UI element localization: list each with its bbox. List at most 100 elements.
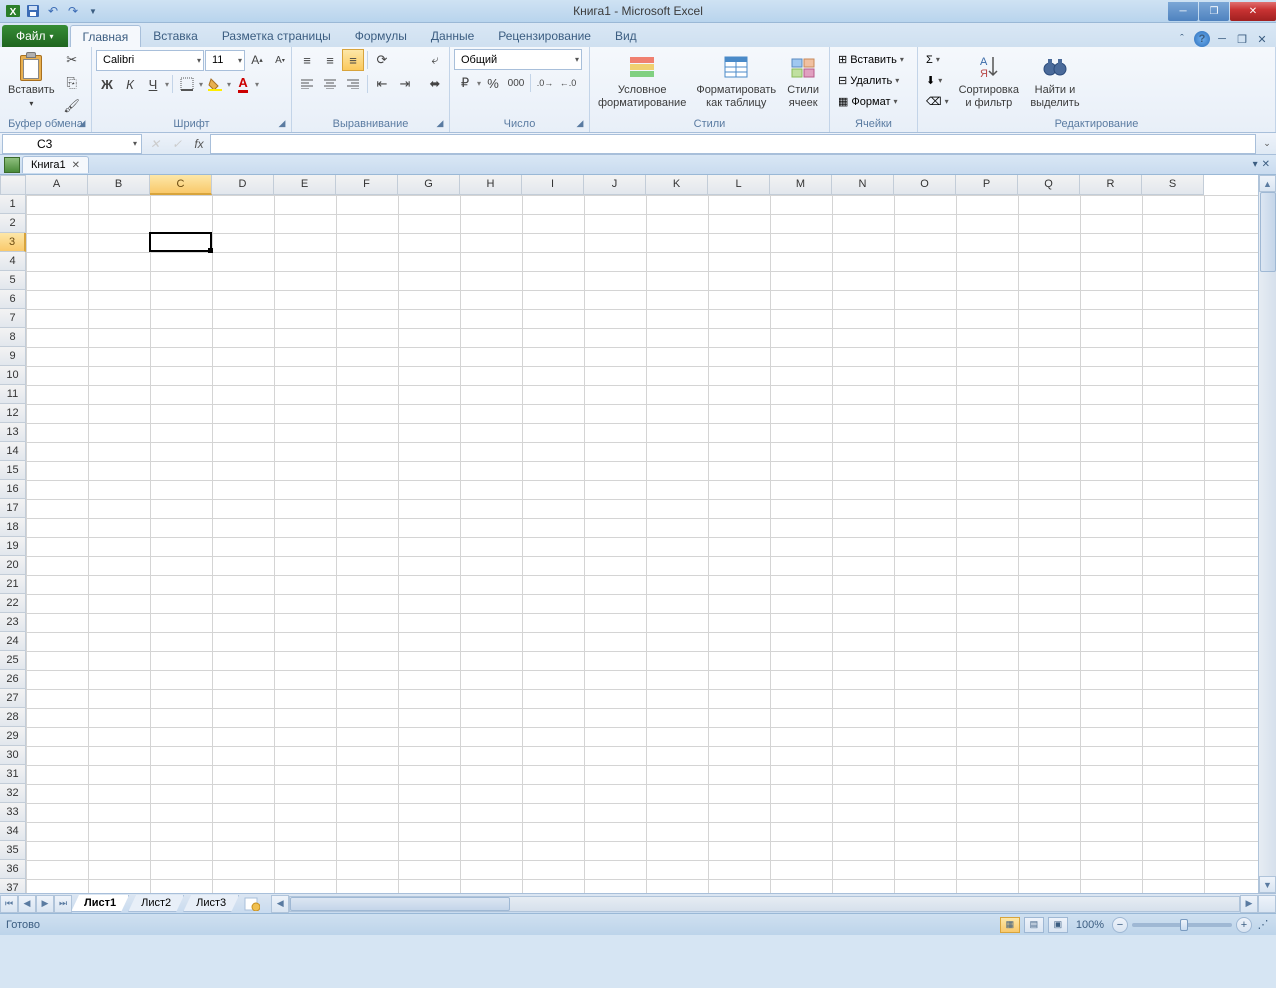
align-center-icon[interactable] [319,73,341,95]
sheet-tab[interactable]: Лист2 [128,895,184,912]
fill-color-icon[interactable] [204,73,226,95]
dialog-launcher-icon[interactable]: ◢ [573,116,587,130]
view-page-layout-icon[interactable]: ▤ [1024,917,1044,933]
row-header[interactable]: 37 [0,879,26,893]
column-header[interactable]: D [212,175,274,195]
merge-icon[interactable]: ⬌ [422,73,448,95]
bold-icon[interactable]: Ж [96,73,118,95]
column-header[interactable]: Q [1018,175,1080,195]
doc-restore-icon[interactable]: ❐ [1234,31,1250,47]
row-header[interactable]: 3 [0,233,26,252]
row-header[interactable]: 9 [0,347,26,366]
format-cells-button[interactable]: ▦Формат▾ [834,91,902,112]
resize-grip-icon[interactable]: ⋰ [1256,918,1270,931]
scroll-thumb[interactable] [1260,192,1276,272]
excel-icon[interactable]: X [4,2,22,20]
font-name-combo[interactable]: Calibri▾ [96,50,204,71]
column-header[interactable]: R [1080,175,1142,195]
tab-page-layout[interactable]: Разметка страницы [210,25,343,47]
row-header[interactable]: 34 [0,822,26,841]
scroll-right-icon[interactable]: ▶ [1240,895,1258,913]
row-header[interactable]: 21 [0,575,26,594]
row-header[interactable]: 8 [0,328,26,347]
vertical-scrollbar[interactable]: ▲ ▼ [1258,175,1276,893]
row-header[interactable]: 31 [0,765,26,784]
column-header[interactable]: J [584,175,646,195]
cancel-icon[interactable]: ✕ [144,134,166,154]
row-header[interactable]: 10 [0,366,26,385]
cell-styles-button[interactable]: Стили ячеек [782,49,824,111]
column-header[interactable]: L [708,175,770,195]
zoom-thumb[interactable] [1180,919,1188,931]
scroll-track[interactable] [1259,272,1276,876]
tab-data[interactable]: Данные [419,25,486,47]
align-right-icon[interactable] [342,73,364,95]
row-header[interactable]: 30 [0,746,26,765]
shrink-font-icon[interactable]: A▾ [269,49,291,71]
row-header[interactable]: 27 [0,689,26,708]
column-header[interactable]: K [646,175,708,195]
tab-view[interactable]: Вид [603,25,649,47]
accounting-icon[interactable]: ₽ [454,72,476,94]
sheet-tab[interactable]: Лист1 [71,895,129,912]
row-header[interactable]: 16 [0,480,26,499]
column-header[interactable]: C [150,175,212,195]
row-header[interactable]: 2 [0,214,26,233]
save-icon[interactable] [24,2,42,20]
dialog-launcher-icon[interactable]: ◢ [433,116,447,130]
orientation-icon[interactable]: ⟳ [371,49,393,71]
row-header[interactable]: 19 [0,537,26,556]
underline-icon[interactable]: Ч [142,73,164,95]
row-header[interactable]: 23 [0,613,26,632]
sheet-tab[interactable]: Лист3 [183,895,239,912]
sheet-nav-prev-icon[interactable]: ◀ [18,895,36,913]
row-header[interactable]: 12 [0,404,26,423]
zoom-level[interactable]: 100% [1076,919,1104,931]
row-header[interactable]: 1 [0,195,26,214]
enter-icon[interactable]: ✓ [166,134,188,154]
column-header[interactable]: S [1142,175,1204,195]
column-header[interactable]: B [88,175,150,195]
row-header[interactable]: 33 [0,803,26,822]
row-header[interactable]: 17 [0,499,26,518]
tab-insert[interactable]: Вставка [141,25,210,47]
sheet-nav-first-icon[interactable]: ⏮ [0,895,18,913]
number-format-combo[interactable]: Общий▾ [454,49,582,70]
align-top-icon[interactable]: ≡ [296,49,318,71]
column-header[interactable]: F [336,175,398,195]
find-select-button[interactable]: Найти и выделить [1025,49,1085,111]
cut-icon[interactable]: ✂ [61,49,83,71]
fx-icon[interactable]: fx [188,134,210,154]
close-button[interactable]: ✕ [1230,2,1276,21]
file-tab[interactable]: Файл▾ [2,25,68,47]
column-header[interactable]: O [894,175,956,195]
scroll-thumb[interactable] [290,897,510,911]
select-all-corner[interactable] [0,175,26,195]
row-header[interactable]: 29 [0,727,26,746]
row-header[interactable]: 18 [0,518,26,537]
align-bottom-icon[interactable]: ≡ [342,49,364,71]
dialog-launcher-icon[interactable]: ◢ [275,116,289,130]
expand-formula-bar-icon[interactable]: ⌄ [1258,134,1276,154]
row-header[interactable]: 35 [0,841,26,860]
tab-review[interactable]: Рецензирование [486,25,603,47]
increase-decimal-icon[interactable]: .0→ [534,72,556,94]
row-header[interactable]: 5 [0,271,26,290]
align-left-icon[interactable] [296,73,318,95]
zoom-out-icon[interactable]: − [1112,917,1128,933]
borders-icon[interactable] [176,73,198,95]
wb-close-all-icon[interactable]: ✕ [1262,159,1270,170]
help-icon[interactable]: ? [1194,31,1210,47]
fill-button[interactable]: ⬇▾ [922,70,953,91]
row-header[interactable]: 13 [0,423,26,442]
cells-area[interactable] [26,195,1258,893]
scroll-up-icon[interactable]: ▲ [1259,175,1276,192]
decrease-indent-icon[interactable]: ⇤ [371,73,393,95]
wb-dropdown-icon[interactable]: ▾ [1253,159,1258,170]
name-box[interactable]: C3▾ [2,134,142,154]
sort-filter-button[interactable]: АЯ Сортировка и фильтр [955,49,1023,111]
format-painter-icon[interactable]: 🖌 [61,95,83,117]
row-header[interactable]: 6 [0,290,26,309]
formula-input[interactable] [210,134,1256,154]
sheet-nav-next-icon[interactable]: ▶ [36,895,54,913]
